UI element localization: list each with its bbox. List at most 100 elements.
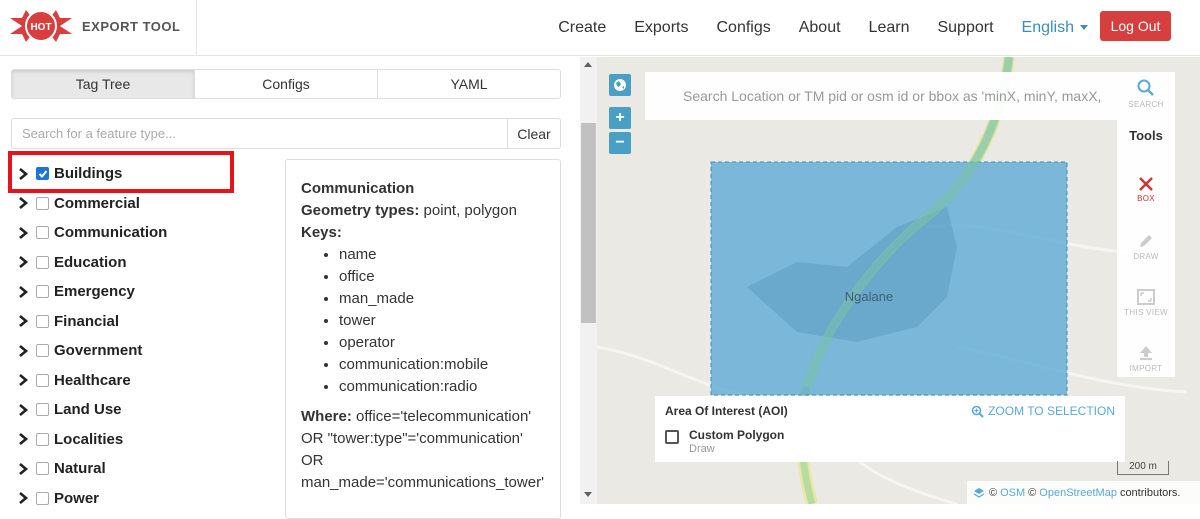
key-item: man_made bbox=[339, 288, 560, 310]
chevron-right-icon[interactable] bbox=[16, 462, 30, 476]
tree-item[interactable]: Localities bbox=[16, 425, 266, 455]
tree-checkbox[interactable] bbox=[36, 491, 49, 505]
tree-label: Natural bbox=[54, 460, 106, 478]
nav-configs[interactable]: Configs bbox=[716, 19, 770, 37]
nav-exports[interactable]: Exports bbox=[634, 19, 688, 37]
tree-label: Government bbox=[54, 342, 143, 360]
scroll-down-icon[interactable] bbox=[584, 492, 592, 497]
this-view-button[interactable]: THIS VIEW bbox=[1117, 288, 1175, 317]
tree-label: Localities bbox=[54, 430, 124, 448]
tree-item[interactable]: Healthcare bbox=[16, 366, 266, 396]
where-label: Where: bbox=[301, 408, 352, 425]
chevron-right-icon[interactable] bbox=[16, 432, 30, 446]
tree-checkbox[interactable] bbox=[36, 373, 49, 387]
x-icon bbox=[1139, 177, 1153, 191]
nav-support[interactable]: Support bbox=[937, 19, 993, 37]
tree-checkbox[interactable] bbox=[36, 344, 49, 358]
search-label: SEARCH bbox=[1128, 100, 1164, 109]
aoi-row: Custom Polygon Draw bbox=[665, 428, 1115, 455]
tree-checkbox[interactable] bbox=[36, 285, 49, 299]
aoi-name: Custom Polygon bbox=[689, 428, 785, 442]
tree-item[interactable]: Power bbox=[16, 484, 266, 514]
tree-item[interactable]: Emergency bbox=[16, 277, 266, 307]
tree-checkbox[interactable] bbox=[36, 255, 49, 269]
draw-tool-button[interactable]: DRAW bbox=[1117, 232, 1175, 261]
tree-item[interactable]: Land Use bbox=[16, 395, 266, 425]
language-label: English bbox=[1021, 19, 1074, 36]
tree-checkbox[interactable] bbox=[36, 432, 49, 446]
where-line: man_made='communications_tower' bbox=[301, 474, 544, 491]
chevron-right-icon[interactable] bbox=[16, 314, 30, 328]
hot-logo-icon: HOT bbox=[10, 6, 72, 46]
tab-tag-tree[interactable]: Tag Tree bbox=[12, 70, 194, 98]
chevron-right-icon[interactable] bbox=[16, 255, 30, 269]
where-line: OR bbox=[301, 452, 324, 469]
panel-scrollbar[interactable] bbox=[580, 57, 597, 504]
tree-item[interactable]: Natural bbox=[16, 454, 266, 484]
chevron-right-icon[interactable] bbox=[16, 373, 30, 387]
tree-label: Financial bbox=[54, 312, 120, 330]
search-icon bbox=[1137, 79, 1154, 96]
map-view[interactable]: Ngalane + − SEARCH Tools BOX DRAW THIS V… bbox=[597, 57, 1200, 504]
scale-bar: 200 m bbox=[1117, 461, 1169, 475]
logo[interactable]: HOT EXPORT TOOL bbox=[10, 6, 190, 46]
chevron-right-icon[interactable] bbox=[16, 403, 30, 417]
search-button[interactable]: SEARCH bbox=[1117, 78, 1175, 109]
where-block: Where: office='telecommunication' OR "to… bbox=[301, 406, 560, 494]
aoi-source: Draw bbox=[689, 443, 715, 455]
chevron-right-icon[interactable] bbox=[16, 226, 30, 240]
logout-button[interactable]: Log Out bbox=[1100, 11, 1171, 41]
tree-item[interactable]: Communication bbox=[16, 218, 266, 248]
location-search-input[interactable] bbox=[645, 72, 1117, 120]
scroll-up-icon[interactable] bbox=[584, 62, 592, 67]
import-button[interactable]: IMPORT bbox=[1117, 344, 1175, 373]
place-label: Ngalane bbox=[845, 289, 893, 304]
attribution-suffix: contributors. bbox=[1119, 486, 1181, 499]
map-attribution: © OSM © OpenStreetMap contributors. bbox=[967, 481, 1200, 504]
tree-item[interactable]: Government bbox=[16, 336, 266, 366]
tree-checkbox[interactable] bbox=[36, 462, 49, 476]
tree-label: Commercial bbox=[54, 194, 140, 212]
chevron-right-icon[interactable] bbox=[16, 491, 30, 505]
zoom-to-selection-link[interactable]: ZOOM TO SELECTION bbox=[971, 404, 1115, 418]
tree-label: Education bbox=[54, 253, 127, 271]
top-navbar: HOT EXPORT TOOL Create Exports Configs A… bbox=[0, 0, 1200, 56]
tree-item[interactable]: Financial bbox=[16, 307, 266, 337]
tree-checkbox[interactable] bbox=[36, 403, 49, 417]
chevron-right-icon[interactable] bbox=[16, 285, 30, 299]
scroll-thumb[interactable] bbox=[581, 123, 596, 323]
header-divider bbox=[196, 0, 197, 56]
caret-down-icon bbox=[1080, 25, 1088, 31]
clear-button[interactable]: Clear bbox=[507, 118, 561, 149]
aoi-checkbox[interactable] bbox=[665, 430, 679, 444]
tree-item[interactable]: Education bbox=[16, 248, 266, 278]
chevron-right-icon[interactable] bbox=[16, 344, 30, 358]
tree-checkbox[interactable] bbox=[36, 196, 49, 210]
nav-create[interactable]: Create bbox=[558, 19, 606, 37]
tab-yaml[interactable]: YAML bbox=[377, 70, 560, 98]
globe-icon[interactable] bbox=[609, 74, 631, 96]
main-nav: Create Exports Configs About Learn Suppo… bbox=[530, 0, 1088, 56]
nav-learn[interactable]: Learn bbox=[869, 19, 910, 37]
tree-label: Healthcare bbox=[54, 371, 131, 389]
zoom-in-icon bbox=[971, 405, 984, 418]
key-item: communication:mobile bbox=[339, 354, 560, 376]
chevron-right-icon[interactable] bbox=[16, 196, 30, 210]
feature-search-input[interactable] bbox=[11, 118, 507, 149]
zoom-out-button[interactable]: − bbox=[609, 132, 631, 154]
zoom-to-selection-label: ZOOM TO SELECTION bbox=[988, 404, 1115, 418]
zoom-in-button[interactable]: + bbox=[609, 107, 631, 129]
box-tool-button[interactable]: BOX bbox=[1117, 176, 1175, 203]
panel-tabs: Tag Tree Configs YAML bbox=[11, 69, 561, 99]
tree-checkbox[interactable] bbox=[36, 226, 49, 240]
openstreetmap-link[interactable]: OpenStreetMap bbox=[1039, 487, 1117, 499]
osm-link[interactable]: OSM bbox=[1000, 487, 1025, 499]
tree-checkbox[interactable] bbox=[36, 314, 49, 328]
aoi-panel: Area Of Interest (AOI) ZOOM TO SELECTION… bbox=[655, 396, 1125, 462]
key-item: name bbox=[339, 244, 560, 266]
nav-about[interactable]: About bbox=[799, 19, 841, 37]
language-dropdown[interactable]: English bbox=[1022, 19, 1088, 37]
tab-configs[interactable]: Configs bbox=[194, 70, 377, 98]
layers-icon bbox=[973, 487, 985, 498]
feature-detail-panel: Communication Geometry types: point, pol… bbox=[285, 159, 561, 519]
